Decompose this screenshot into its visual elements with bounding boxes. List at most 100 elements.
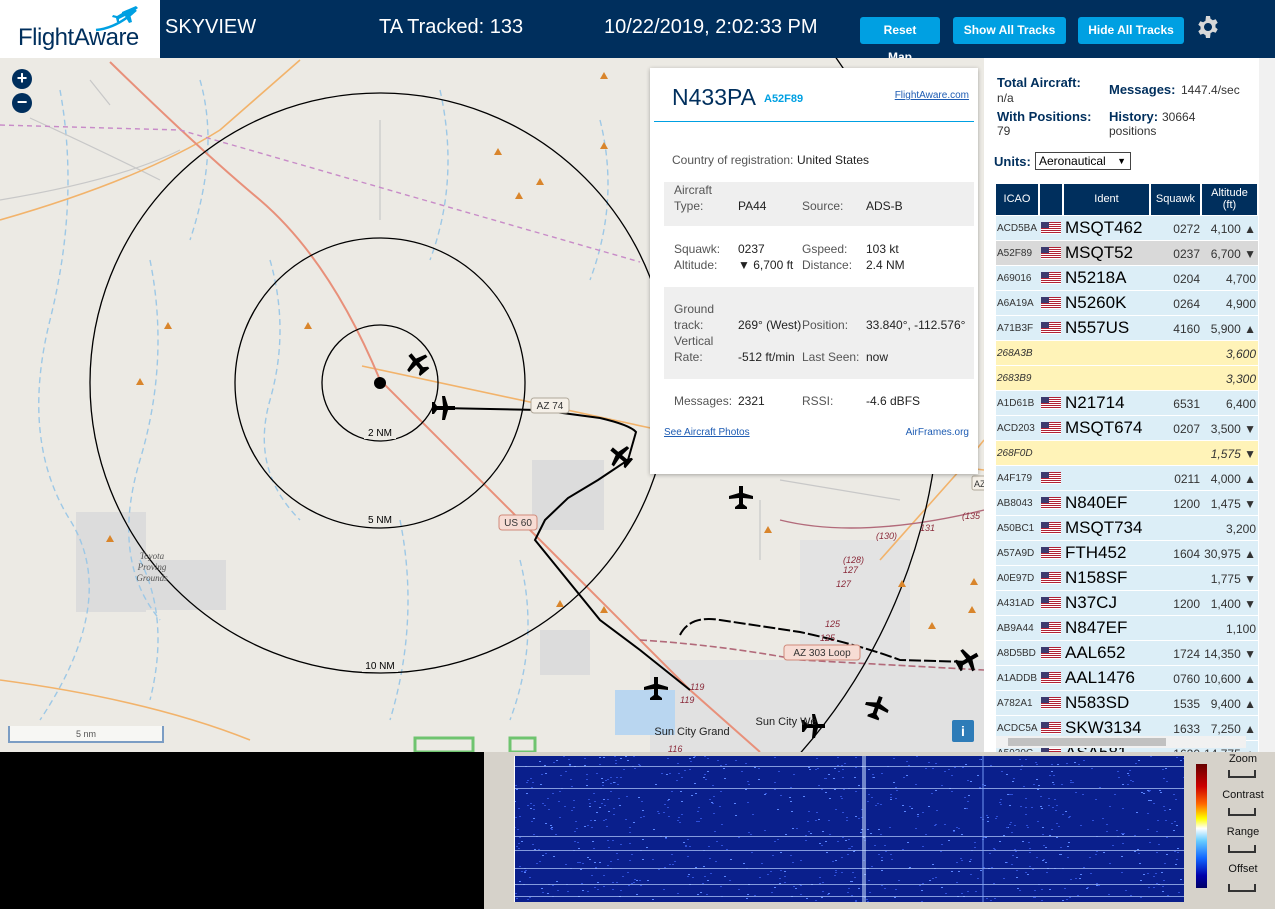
spectrogram-display[interactable] [514, 756, 1184, 902]
zoom-in-button[interactable]: + [12, 69, 32, 89]
offset-control-label: Offset [1228, 863, 1258, 875]
place-proving: Proving [137, 562, 167, 572]
history-unit: positions [1109, 124, 1157, 138]
us-flag-icon [1041, 672, 1061, 684]
row-squawk: 1535 [1173, 697, 1200, 711]
table-row[interactable]: ACD5BA MSQT462 0272 4,100 ▲ [996, 216, 1258, 241]
source-label: Source: [802, 199, 844, 213]
industrial-area [532, 460, 604, 530]
aircraft-type-label-2: Type: [674, 199, 704, 213]
altitude-value: ▼ 6,700 ft [738, 258, 794, 272]
row-squawk: 0211 [1174, 472, 1200, 486]
table-row[interactable]: A57A9D FTH452 1604 30,975 ▲ [996, 541, 1258, 566]
zoom-out-button[interactable]: − [12, 93, 32, 113]
track-value: 269° (West) [738, 318, 802, 332]
row-icao: ACD203 [997, 423, 1035, 434]
row-altitude: 6,400 [1225, 397, 1256, 411]
col-flag-header[interactable] [1040, 184, 1063, 215]
route-131: 131 [920, 523, 935, 533]
aircraft-detail-popup: N433PA A52F89 FlightAware.com Country of… [650, 68, 978, 474]
row-altitude: 6,700 ▼ [1210, 247, 1256, 261]
row-icao: A1ADDB [997, 673, 1038, 684]
table-row[interactable]: A69016 N5218A 0204 4,700 [996, 266, 1258, 291]
range-control-label: Range [1226, 826, 1260, 838]
contrast-slider-icon[interactable] [1228, 808, 1256, 816]
reset-map-button[interactable]: Reset Map [860, 17, 940, 64]
rssi-label: RSSI: [802, 394, 834, 408]
row-ident: N21714 [1065, 393, 1125, 412]
show-all-tracks-button[interactable]: Show All Tracks [953, 17, 1066, 44]
col-ident-header[interactable]: Ident [1064, 184, 1150, 215]
receiver-site [374, 377, 386, 389]
table-row[interactable]: A71B3F N557US 4160 5,900 ▲ [996, 316, 1258, 341]
offset-slider-icon[interactable] [1228, 884, 1256, 892]
row-altitude: 1,775 ▼ [1210, 572, 1256, 586]
flightaware-link[interactable]: FlightAware.com [895, 90, 969, 101]
row-squawk: 0204 [1173, 272, 1200, 286]
col-icao-header[interactable]: ICAO [996, 184, 1039, 215]
row-ident: N583SD [1065, 693, 1130, 712]
us-flag-icon [1041, 222, 1061, 234]
row-squawk: 0207 [1173, 422, 1200, 436]
gear-icon[interactable] [1196, 15, 1220, 39]
us-flag-icon [1041, 547, 1061, 559]
table-row[interactable]: A4F179 0211 4,000 ▲ [996, 466, 1258, 491]
row-altitude: 4,000 ▲ [1210, 472, 1256, 486]
table-horizontal-scrollbar[interactable] [996, 736, 1246, 748]
row-altitude: 9,400 ▲ [1210, 697, 1256, 711]
park-outline [413, 736, 475, 752]
row-ident: SKW3134 [1065, 718, 1142, 737]
table-row[interactable]: A50BC1 MSQT734 3,200 [996, 516, 1258, 541]
table-row[interactable]: A52F89 MSQT52 0237 6,700 ▼ [996, 241, 1258, 266]
range-slider-icon[interactable] [1228, 845, 1256, 853]
row-altitude: 1,575 ▼ [1210, 447, 1256, 461]
popup-icao: A52F89 [764, 93, 804, 105]
table-row[interactable]: A1ADDB AAL1476 0760 10,600 ▲ [996, 666, 1258, 691]
with-positions-value: 79 [997, 124, 1011, 138]
table-row[interactable]: AB8043 N840EF 1200 1,475 ▼ [996, 491, 1258, 516]
row-icao: A71B3F [997, 323, 1034, 334]
table-row[interactable]: A8D5BD AAL652 1724 14,350 ▼ [996, 641, 1258, 666]
col-squawk-header[interactable]: Squawk [1151, 184, 1201, 215]
table-row[interactable]: 268A3B 3,600 [996, 341, 1258, 366]
row-ident: N847EF [1065, 618, 1128, 637]
site-title: SKYVIEW [165, 16, 257, 38]
az303-label: AZ 303 Loop [793, 648, 851, 659]
hide-all-tracks-button[interactable]: Hide All Tracks [1078, 17, 1184, 44]
az-label-edge: AZ [974, 479, 984, 489]
table-row[interactable]: A1D61B N21714 6531 6,400 [996, 391, 1258, 416]
table-row[interactable]: A431AD N37CJ 1200 1,400 ▼ [996, 591, 1258, 616]
table-row[interactable]: A6A19A N5260K 0264 4,900 [996, 291, 1258, 316]
aircraft-photos-link[interactable]: See Aircraft Photos [664, 427, 750, 438]
row-ident: N158SF [1065, 568, 1128, 587]
table-row[interactable]: 2683B9 3,300 [996, 366, 1258, 391]
units-select[interactable]: Aeronautical ▼ [1035, 152, 1131, 170]
source-value: ADS-B [866, 199, 903, 213]
popup-divider [654, 121, 974, 122]
table-row[interactable]: A0E97D N158SF 1,775 ▼ [996, 566, 1258, 591]
row-icao: A57A9D [997, 548, 1035, 559]
table-row[interactable]: ACD203 MSQT674 0207 3,500 ▼ [996, 416, 1258, 441]
flightaware-logo[interactable]: FlightAware [0, 0, 160, 58]
col-altitude-unit: (ft) [1222, 199, 1237, 211]
units-select-value: Aeronautical [1039, 154, 1106, 168]
sun-city-urban-area [650, 660, 984, 752]
row-altitude: 7,250 ▲ [1210, 722, 1256, 736]
table-row[interactable]: AB9A44 N847EF 1,100 [996, 616, 1258, 641]
us-flag-icon [1041, 622, 1061, 634]
units-label: Units: [994, 154, 1031, 169]
horizontal-scroll-thumb[interactable] [1008, 738, 1166, 746]
col-altitude-header[interactable]: Altitude (ft) [1202, 184, 1258, 215]
us-flag-icon [1041, 322, 1061, 334]
table-row[interactable]: 268F0D 1,575 ▼ [996, 441, 1258, 466]
map-info-button[interactable]: i [952, 720, 974, 742]
airframes-link[interactable]: AirFrames.org [906, 427, 969, 438]
table-row[interactable]: A782A1 N583SD 1535 9,400 ▲ [996, 691, 1258, 716]
squawk-value: 0237 [738, 242, 765, 256]
us-flag-icon [1041, 497, 1061, 509]
us-flag-icon [1041, 647, 1061, 659]
sidebar-vertical-scrollbar[interactable] [1259, 58, 1275, 752]
route-127a: 127 [843, 565, 859, 575]
zoom-slider-icon[interactable] [1228, 770, 1256, 778]
popup-registration: N433PA [672, 84, 756, 110]
